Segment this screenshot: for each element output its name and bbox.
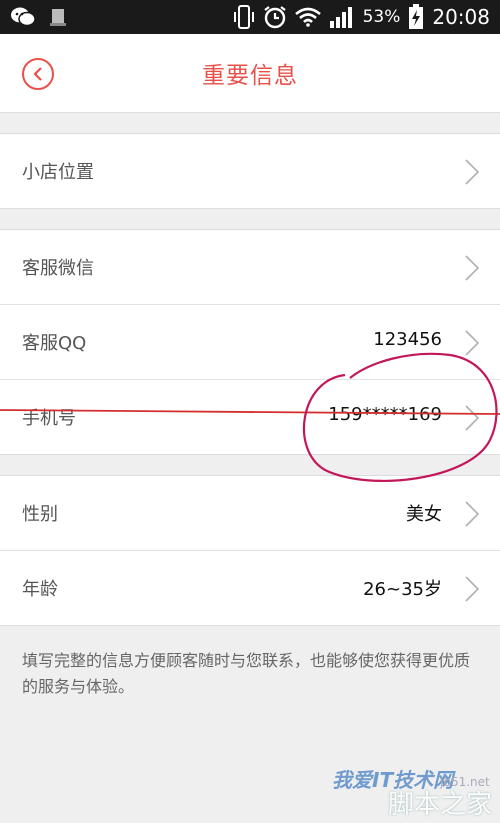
- battery-percent: 53%: [362, 7, 401, 27]
- row-age[interactable]: 年龄 26~35岁: [0, 551, 500, 625]
- row-label: 客服微信: [22, 258, 94, 279]
- row-label: 年龄: [22, 579, 58, 600]
- chevron-right-icon: [464, 254, 480, 286]
- chevron-right-icon: [464, 500, 480, 532]
- row-label: 小店位置: [22, 162, 94, 183]
- status-time: 20:08: [432, 5, 490, 29]
- row-label: 客服QQ: [22, 333, 87, 354]
- chevron-right-icon: [464, 404, 480, 436]
- row-label: 手机号: [22, 408, 76, 429]
- chevron-right-icon: [464, 158, 480, 190]
- wechat-icon: [10, 6, 36, 28]
- row-value: 159*****169: [328, 404, 442, 425]
- wifi-icon: [294, 7, 321, 27]
- row-value: 123456: [373, 329, 442, 350]
- row-service-wechat[interactable]: 客服微信: [0, 230, 500, 305]
- signal-icon: [329, 5, 355, 29]
- settings-group-profile: 性别 美女 年龄 26~35岁: [0, 475, 500, 626]
- page-title: 重要信息: [202, 63, 298, 89]
- notification-icon: [50, 7, 66, 27]
- row-label: 性别: [22, 504, 58, 525]
- row-gender[interactable]: 性别 美女: [0, 476, 500, 551]
- alarm-icon: [263, 5, 287, 29]
- watermark-text: 脚本之家: [387, 790, 492, 820]
- row-value: 美女: [406, 504, 442, 525]
- status-bar: 53% 20:08: [0, 0, 500, 34]
- vibrate-icon: [233, 4, 255, 30]
- battery-charging-icon: [408, 4, 424, 30]
- settings-group-contact: 客服微信 客服QQ 123456 手机号 159*****169: [0, 229, 500, 455]
- chevron-right-icon: [464, 575, 480, 607]
- settings-group-location: 小店位置: [0, 133, 500, 209]
- row-shop-location[interactable]: 小店位置: [0, 134, 500, 208]
- row-service-qq[interactable]: 客服QQ 123456: [0, 305, 500, 380]
- row-phone-number[interactable]: 手机号 159*****169: [0, 380, 500, 454]
- chevron-right-icon: [464, 329, 480, 361]
- hint-text: 填写完整的信息方便顾客随时与您联系，也能够使您获得更优质的服务与体验。: [22, 651, 471, 696]
- row-value: 26~35岁: [363, 579, 442, 600]
- header: 重要信息: [0, 34, 500, 113]
